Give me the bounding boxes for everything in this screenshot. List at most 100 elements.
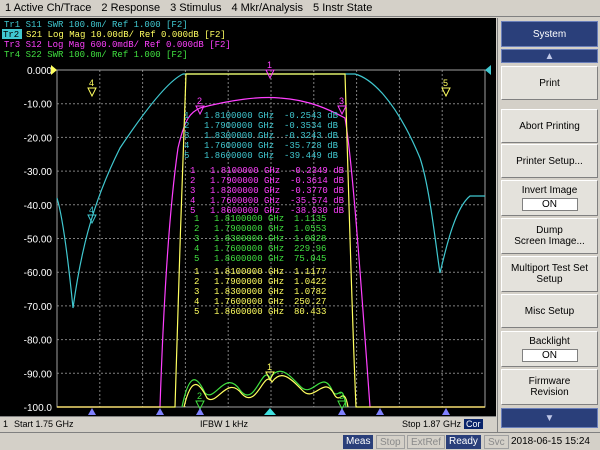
marker-row-frequency: 1.7600000 GHz — [204, 141, 274, 151]
misc-setup-label: Misc Setup — [524, 305, 575, 317]
marker-row-number: 5 — [184, 151, 189, 161]
trace-4-label[interactable]: Tr4 S22 SWR 100.0m/ Ref 1.000 [F2] — [4, 50, 188, 60]
marker-row-value: -0.2543 dB — [284, 111, 339, 121]
x-marker-icon — [376, 408, 384, 415]
y-tick-label: -20.00 — [24, 133, 53, 144]
marker-5-yellow-label: 5 — [443, 78, 448, 88]
marker-row-frequency: 1.7900000 GHz — [214, 277, 284, 287]
measurement-plot[interactable]: 0.000 -10.00 -20.00 -30.00 -40.00 -50.00 -60.0… — [0, 18, 496, 416]
marker-row-value: 1.1135 — [294, 214, 326, 224]
invert-image-label: Invert Image — [521, 185, 578, 196]
invert-image-toggle[interactable]: Invert Image ON — [501, 180, 598, 216]
if-bandwidth[interactable]: IFBW 1 kHz — [200, 419, 248, 429]
multiport-test-set-setup-button[interactable]: Multiport Test Set Setup — [501, 256, 598, 292]
correction-badge: Cor — [464, 419, 483, 429]
y-tick-label: -90.00 — [24, 369, 53, 380]
y-tick-label: -50.00 — [24, 235, 53, 246]
softkey-panel: System ▲ Print Abort Printing Printer Se… — [497, 18, 600, 432]
ready-badge: Ready — [446, 435, 481, 449]
misc-setup-button[interactable]: Misc Setup — [501, 294, 598, 328]
marker-2-magenta-label: 2 — [197, 96, 202, 106]
marker-4-yellow-label: 4 — [89, 78, 94, 88]
firmware-revision-button[interactable]: Firmware Revision — [501, 369, 598, 405]
marker-row-frequency: 1.7900000 GHz — [204, 121, 274, 131]
trace-2-label[interactable]: S21 Log Mag 10.00dB/ Ref 0.000dB [F2] — [26, 30, 226, 40]
vna-window: 1 Active Ch/Trace 2 Response 3 Stimulus … — [0, 0, 600, 450]
marker-row-number: 4 — [194, 244, 199, 254]
marker-row-number: 4 — [190, 196, 195, 206]
firmware-label-line2: Revision — [530, 387, 569, 398]
marker-row-frequency: 1.7900000 GHz — [214, 224, 284, 234]
menu-mkr-analysis[interactable]: 4 Mkr/Analysis — [226, 2, 308, 14]
start-frequency[interactable]: Start 1.75 GHz — [14, 419, 74, 429]
printer-setup-label: Printer Setup... — [516, 155, 583, 167]
marker-row-number: 4 — [184, 141, 189, 151]
ref-arrow-right-icon — [485, 65, 491, 75]
marker-row-value: -35.728 dB — [284, 141, 339, 151]
marker-row-value: 1.0553 — [294, 224, 326, 234]
channel-number: 1 — [3, 419, 9, 429]
dump-screen-image-button[interactable]: Dump Screen Image... — [501, 218, 598, 254]
trace-3-label[interactable]: Tr3 S12 Log Mag 600.0mdB/ Ref 0.000dB [F… — [4, 40, 231, 50]
print-button[interactable]: Print — [501, 66, 598, 100]
marker-row-value: -0.2349 dB — [290, 166, 345, 176]
marker-5-yellow-icon — [441, 87, 451, 98]
printer-setup-button[interactable]: Printer Setup... — [501, 144, 598, 178]
marker-row-frequency: 1.7600000 GHz — [210, 196, 280, 206]
multiport-label-line1: Multiport Test Set — [510, 263, 589, 274]
marker-row-value: 80.433 — [294, 307, 326, 317]
marker-row-number: 5 — [194, 254, 199, 264]
y-tick-label: -10.00 — [24, 100, 53, 111]
invert-image-value: ON — [521, 198, 578, 211]
stop-frequency[interactable]: Stop 1.87 GHz — [402, 419, 461, 429]
softkey-scroll-down-arrow-icon[interactable]: ▼ — [501, 408, 598, 428]
y-tick-label: 0.000 — [27, 66, 52, 77]
center-marker-icon — [264, 408, 276, 415]
menu-instr-state[interactable]: 5 Instr State — [308, 2, 377, 14]
softkey-title-label: System — [532, 28, 567, 40]
abort-printing-button[interactable]: Abort Printing — [501, 109, 598, 143]
abort-printing-label: Abort Printing — [519, 120, 580, 132]
marker-row-frequency: 1.8300000 GHz — [204, 131, 274, 141]
channel-status-line: 1 Start 1.75 GHz IFBW 1 kHz Stop 1.87 GH… — [0, 416, 496, 432]
marker-row-value: -0.3243 dB — [284, 131, 339, 141]
marker-row-frequency: 1.8100000 GHz — [204, 111, 274, 121]
firmware-label-line1: Firmware — [528, 376, 571, 387]
marker-3-magenta-label: 3 — [339, 96, 344, 106]
marker-4-cyan-label: 4 — [89, 205, 94, 215]
trace-2-tag[interactable]: Tr2 — [3, 30, 19, 40]
marker-row-number: 1 — [184, 111, 189, 121]
backlight-label: Backlight — [529, 336, 570, 347]
marker-row-number: 4 — [194, 297, 199, 307]
trace-1-label[interactable]: Tr1 S11 SWR 100.0m/ Ref 1.000 [F2] — [4, 20, 188, 30]
menu-response[interactable]: 2 Response — [96, 2, 165, 14]
marker-row-value: 1.0782 — [294, 287, 326, 297]
marker-2-green-label: 2 — [197, 391, 202, 401]
marker-row-frequency: 1.8600000 GHz — [214, 254, 284, 264]
marker-row-frequency: 1.8300000 GHz — [214, 234, 284, 244]
menu-stimulus[interactable]: 3 Stimulus — [165, 2, 226, 14]
marker-row-number: 3 — [190, 186, 195, 196]
dump-label-line1: Dump — [536, 225, 563, 236]
backlight-toggle[interactable]: Backlight ON — [501, 331, 598, 367]
marker-3-green-label: 3 — [339, 391, 344, 401]
x-marker-icon — [88, 408, 96, 415]
marker-row-number: 3 — [194, 287, 199, 297]
marker-1-magenta-label: 1 — [267, 60, 272, 70]
meas-badge: Meas — [343, 435, 374, 449]
marker-row-value: 229.96 — [294, 244, 326, 254]
y-tick-label: -30.00 — [24, 167, 53, 178]
marker-row-number: 1 — [190, 166, 195, 176]
marker-row-frequency: 1.7600000 GHz — [214, 244, 284, 254]
menu-active-ch-trace[interactable]: 1 Active Ch/Trace — [0, 2, 96, 14]
multiport-label-line2: Setup — [536, 274, 563, 285]
x-marker-icon — [442, 408, 450, 415]
marker-row-number: 2 — [194, 224, 199, 234]
backlight-value: ON — [521, 349, 578, 362]
y-tick-label: -100.0 — [24, 403, 53, 414]
marker-row-value: 1.0828 — [294, 234, 326, 244]
softkey-scroll-up-arrow-icon[interactable]: ▲ — [501, 49, 598, 63]
marker-row-frequency: 1.8100000 GHz — [214, 214, 284, 224]
marker-row-frequency: 1.8600000 GHz — [204, 151, 274, 161]
marker-row-frequency: 1.8100000 GHz — [214, 267, 284, 277]
